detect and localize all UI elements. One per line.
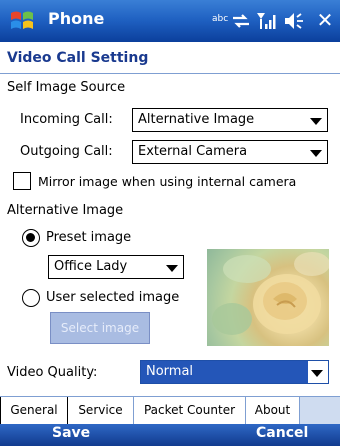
soft-key-bar: Save Cancel [0, 424, 340, 446]
incoming-call-label: Incoming Call: [20, 112, 113, 127]
alternative-image-section-label: Alternative Image [7, 203, 124, 218]
cancel-button[interactable]: Cancel [256, 425, 308, 441]
alternative-image-preview [207, 249, 329, 346]
close-button[interactable]: ✕ [314, 9, 336, 31]
page-header: Video Call Setting [0, 42, 340, 74]
chevron-down-icon [310, 118, 322, 125]
video-quality-select[interactable]: Normal [140, 360, 329, 384]
self-image-section-label: Self Image Source [7, 80, 126, 95]
video-quality-label: Video Quality: [7, 365, 98, 380]
preset-image-radio[interactable] [22, 229, 40, 247]
windows-start-icon[interactable] [8, 7, 36, 35]
page-title: Video Call Setting [7, 50, 149, 66]
mirror-image-checkbox[interactable] [13, 172, 31, 190]
outgoing-call-select[interactable]: External Camera [132, 140, 328, 164]
tab-packet-counter[interactable]: Packet Counter [134, 397, 246, 425]
user-selected-image-radio[interactable] [22, 289, 40, 307]
title-bar: Phone abc ✕ [0, 0, 340, 42]
tab-general[interactable]: General [0, 397, 68, 425]
chevron-down-icon [310, 150, 322, 157]
tab-about[interactable]: About [246, 397, 300, 425]
chevron-down-icon [311, 370, 323, 377]
incoming-call-value: Alternative Image [138, 112, 255, 127]
app-title: Phone [48, 9, 105, 28]
connectivity-icon[interactable] [230, 10, 252, 32]
volume-icon[interactable] [283, 10, 305, 32]
video-quality-value: Normal [146, 364, 194, 379]
outgoing-call-value: External Camera [138, 144, 248, 159]
signal-strength-icon[interactable] [256, 10, 278, 32]
rose-image [212, 252, 329, 335]
preset-image-label: Preset image [46, 230, 132, 245]
preset-image-select[interactable]: Office Lady [48, 255, 184, 279]
select-image-button[interactable]: Select image [50, 312, 150, 344]
incoming-call-select[interactable]: Alternative Image [132, 108, 328, 132]
save-button[interactable]: Save [52, 425, 90, 441]
mirror-image-label: Mirror image when using internal camera [38, 174, 297, 189]
outgoing-call-label: Outgoing Call: [20, 144, 113, 159]
tab-service[interactable]: Service [68, 397, 134, 425]
chevron-down-icon [166, 265, 178, 272]
radio-selected-dot [26, 233, 35, 242]
preset-image-value: Office Lady [54, 259, 128, 274]
tab-bar: General Service Packet Counter About [0, 396, 340, 425]
input-mode-indicator: abc [212, 14, 229, 24]
user-selected-image-label: User selected image [46, 290, 180, 305]
